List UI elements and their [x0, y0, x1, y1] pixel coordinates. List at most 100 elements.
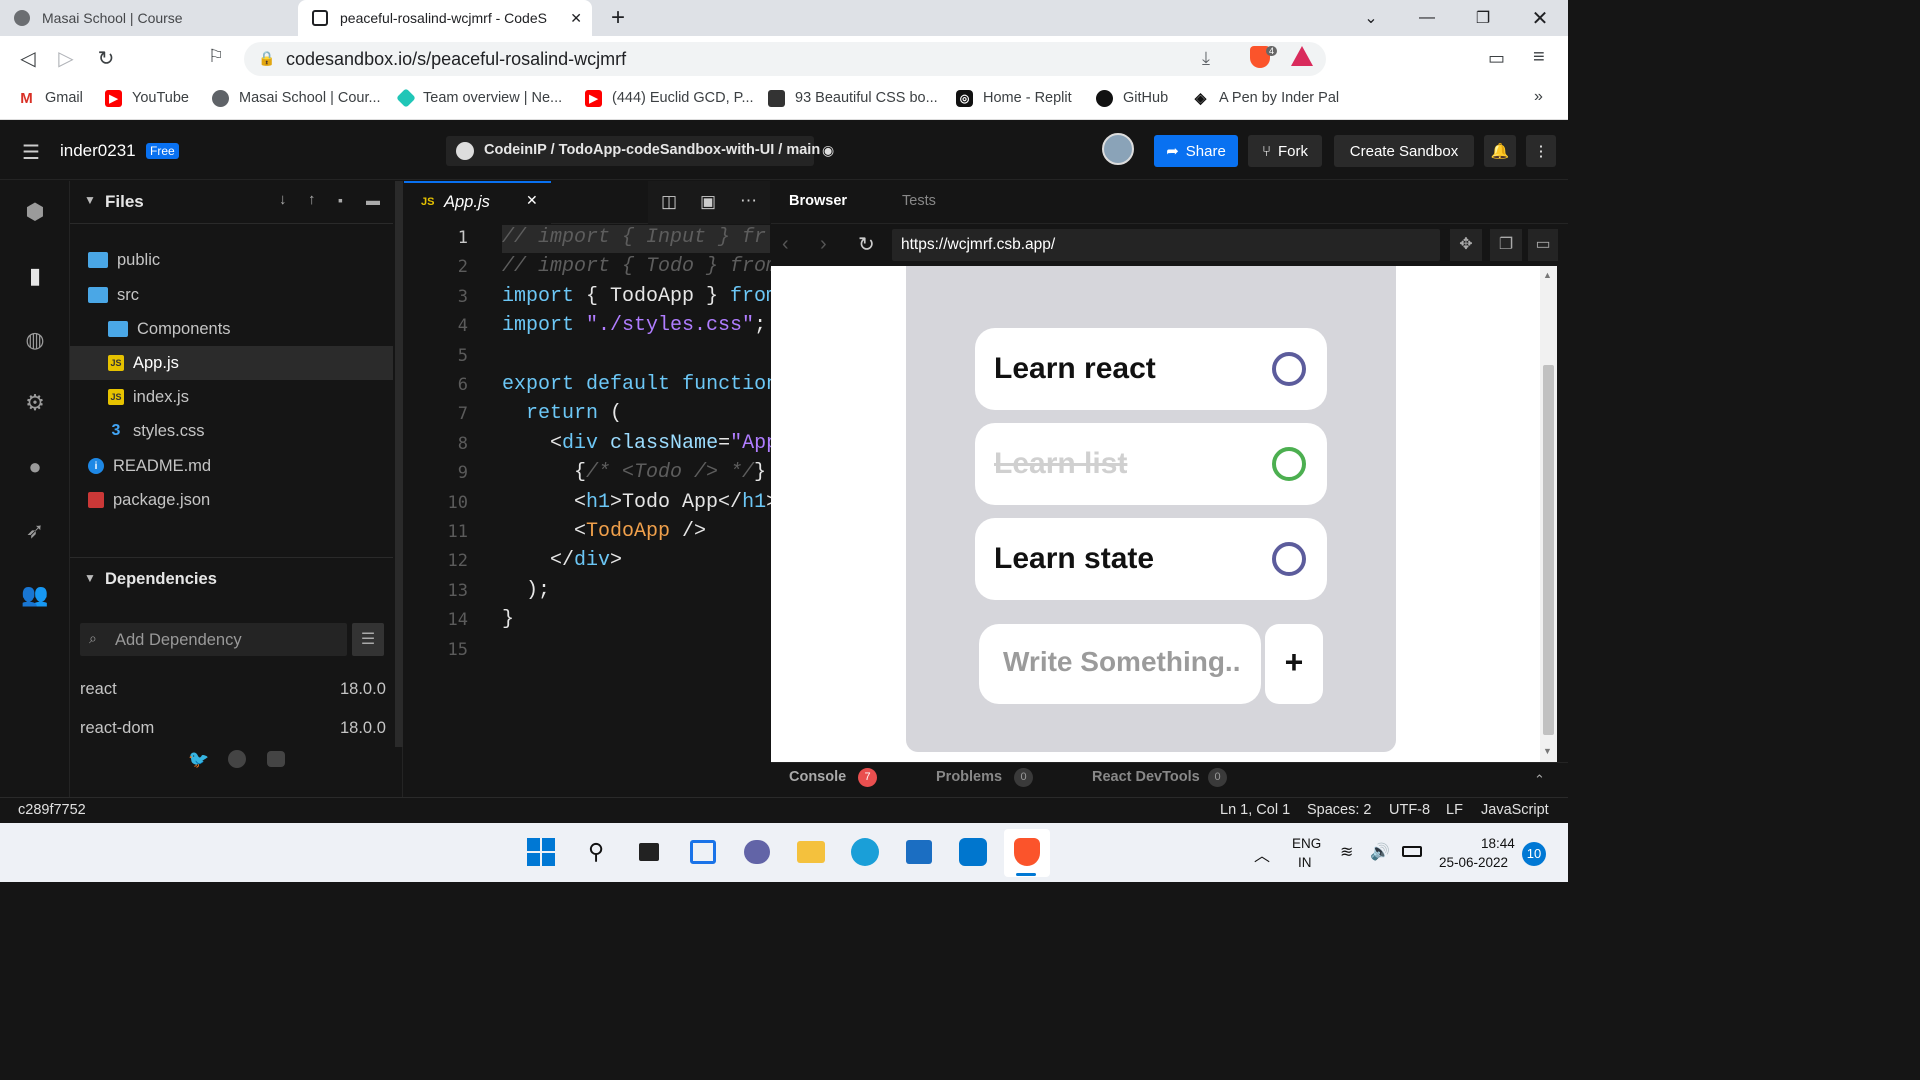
bookmark-youtube[interactable]: ▶ YouTube	[105, 88, 189, 108]
dell-icon[interactable]	[956, 835, 990, 869]
code-line[interactable]: }	[502, 608, 514, 631]
download-icon[interactable]: ↓	[279, 191, 287, 208]
minimize-button[interactable]: —	[1399, 0, 1455, 36]
tab-console[interactable]: Console	[789, 769, 846, 785]
todo-item[interactable]: Learn list	[975, 423, 1327, 505]
more-options-icon[interactable]: ⋮	[1526, 135, 1556, 167]
code-line[interactable]: export default function	[502, 373, 778, 396]
url-text[interactable]: codesandbox.io/s/peaceful-rosalind-wcjmr…	[286, 49, 626, 70]
chevron-down-icon[interactable]: ▼	[84, 193, 96, 207]
bookmark-gmail[interactable]: M Gmail	[18, 88, 83, 108]
file-explorer-icon[interactable]: ▮	[21, 262, 49, 290]
bookmark-css[interactable]: 93 Beautiful CSS bo...	[768, 88, 938, 108]
tab-codesandbox[interactable]: peaceful-rosalind-wcjmrf - CodeS ✕	[298, 0, 592, 36]
code-line[interactable]: </div>	[502, 549, 622, 572]
new-folder-icon[interactable]: ▬	[366, 192, 380, 208]
back-icon[interactable]: ◁	[14, 46, 42, 71]
input-region[interactable]: IN	[1298, 855, 1312, 870]
forward-icon[interactable]: ▷	[52, 46, 80, 71]
preview-scrollbar-thumb[interactable]	[1543, 365, 1554, 735]
commit-hash[interactable]: c289f7752	[18, 802, 86, 818]
restore-button[interactable]: ❐	[1455, 0, 1511, 36]
file-row-components[interactable]: Components	[108, 313, 231, 345]
volume-icon[interactable]: 🔊	[1370, 842, 1390, 862]
forward-icon[interactable]: ›	[820, 233, 827, 256]
code-line[interactable]: import "./styles.css";	[502, 314, 766, 337]
chevron-down-icon[interactable]: ▼	[84, 571, 96, 585]
todo-input[interactable]: Write Something..	[979, 624, 1261, 704]
todo-item[interactable]: Learn state	[975, 518, 1327, 600]
microsoft-store-icon[interactable]	[902, 835, 936, 869]
search-icon[interactable]: ◍	[21, 326, 49, 354]
chevron-up-icon[interactable]: ︿	[1254, 842, 1270, 866]
file-row-readme[interactable]: i README.md	[88, 450, 211, 482]
brave-browser-icon[interactable]	[1010, 835, 1044, 869]
clock-time[interactable]: 18:44	[1481, 836, 1515, 851]
discord-icon[interactable]	[267, 751, 285, 767]
dependency-name[interactable]: react	[80, 680, 117, 699]
notification-badge[interactable]: 10	[1522, 842, 1546, 866]
tab-tests[interactable]: Tests	[902, 193, 936, 209]
more-options-icon[interactable]: ⋯	[740, 191, 757, 211]
todo-done-circle-icon[interactable]	[1272, 447, 1306, 481]
tab-react-devtools[interactable]: React DevTools	[1092, 769, 1200, 785]
project-info-icon[interactable]: ⬢	[21, 198, 49, 226]
chevron-up-icon[interactable]: ⌃	[1534, 772, 1545, 788]
edge-icon[interactable]	[848, 835, 882, 869]
upload-icon[interactable]: ↑	[308, 191, 316, 208]
github-icon[interactable]: ●	[21, 453, 49, 481]
file-row-public[interactable]: public	[88, 244, 160, 276]
input-language[interactable]: ENG	[1292, 836, 1321, 851]
file-row-packagejson[interactable]: package.json	[88, 484, 210, 516]
encoding[interactable]: UTF-8	[1389, 802, 1430, 818]
cursor-position[interactable]: Ln 1, Col 1	[1220, 802, 1290, 818]
code-line[interactable]: <h1>Todo App</h1>	[502, 491, 778, 514]
bell-icon[interactable]: 🔔	[1484, 135, 1516, 167]
reload-icon[interactable]: ↻	[92, 46, 120, 71]
todo-item[interactable]: Learn react	[975, 328, 1327, 410]
responsive-icon[interactable]: ✥	[1450, 229, 1482, 261]
bookmark-github[interactable]: GitHub	[1096, 88, 1168, 108]
wallet-icon[interactable]: ▭	[1488, 48, 1505, 69]
bookmark-replit[interactable]: ◎ Home - Replit	[956, 88, 1072, 108]
new-file-icon[interactable]: ▪	[338, 192, 343, 208]
dependency-list-icon[interactable]: ☰	[352, 623, 384, 656]
bookmark-masai[interactable]: Masai School | Cour...	[212, 88, 381, 108]
live-users-icon[interactable]: 👥	[21, 581, 49, 609]
hamburger-menu-icon[interactable]: ☰	[22, 140, 40, 165]
code-line[interactable]: <TodoApp />	[502, 520, 706, 543]
tab-browser[interactable]: Browser	[789, 193, 847, 209]
share-button[interactable]: ➦ Share	[1154, 135, 1238, 167]
file-row-indexjs[interactable]: JS index.js	[108, 381, 189, 413]
avatar[interactable]	[1102, 133, 1134, 165]
bookmark-euclid[interactable]: ▶ (444) Euclid GCD, P...	[585, 88, 754, 108]
code-line[interactable]: // import { Input } fr	[502, 226, 766, 249]
twitter-icon[interactable]: 🐦	[188, 750, 209, 770]
menu-icon[interactable]: ≡	[1533, 46, 1545, 69]
preview-icon[interactable]: ▣	[700, 192, 716, 212]
add-todo-button[interactable]: +	[1265, 624, 1323, 704]
todo-status-circle-icon[interactable]	[1272, 352, 1306, 386]
indent-setting[interactable]: Spaces: 2	[1307, 802, 1372, 818]
close-icon[interactable]: ✕	[526, 192, 538, 209]
code-line[interactable]: );	[502, 579, 550, 602]
file-row-stylescss[interactable]: 3 styles.css	[108, 415, 205, 447]
code-line[interactable]: import { TodoApp } from	[502, 285, 778, 308]
bookmark-codepen[interactable]: ◈ A Pen by Inder Pal	[1192, 88, 1339, 108]
task-view-icon[interactable]	[632, 835, 666, 869]
scroll-down-icon[interactable]: ▼	[1543, 746, 1552, 756]
dependency-name[interactable]: react-dom	[80, 719, 154, 738]
gear-icon[interactable]: ⚙	[21, 389, 49, 417]
todo-status-circle-icon[interactable]	[1272, 542, 1306, 576]
username[interactable]: inder0231	[60, 141, 136, 161]
open-new-window-icon[interactable]: ❐	[1490, 229, 1522, 261]
clock-date[interactable]: 25-06-2022	[1439, 855, 1508, 870]
reload-icon[interactable]: ↻	[858, 232, 875, 257]
teams-chat-icon[interactable]	[740, 835, 774, 869]
scroll-up-icon[interactable]: ▲	[1543, 270, 1552, 280]
tab-problems[interactable]: Problems	[936, 769, 1002, 785]
fullscreen-icon[interactable]: ▭	[1528, 229, 1558, 261]
globe-icon[interactable]: ◉	[822, 142, 834, 159]
new-tab-button[interactable]: +	[590, 0, 646, 36]
close-icon[interactable]: ✕	[570, 10, 582, 27]
